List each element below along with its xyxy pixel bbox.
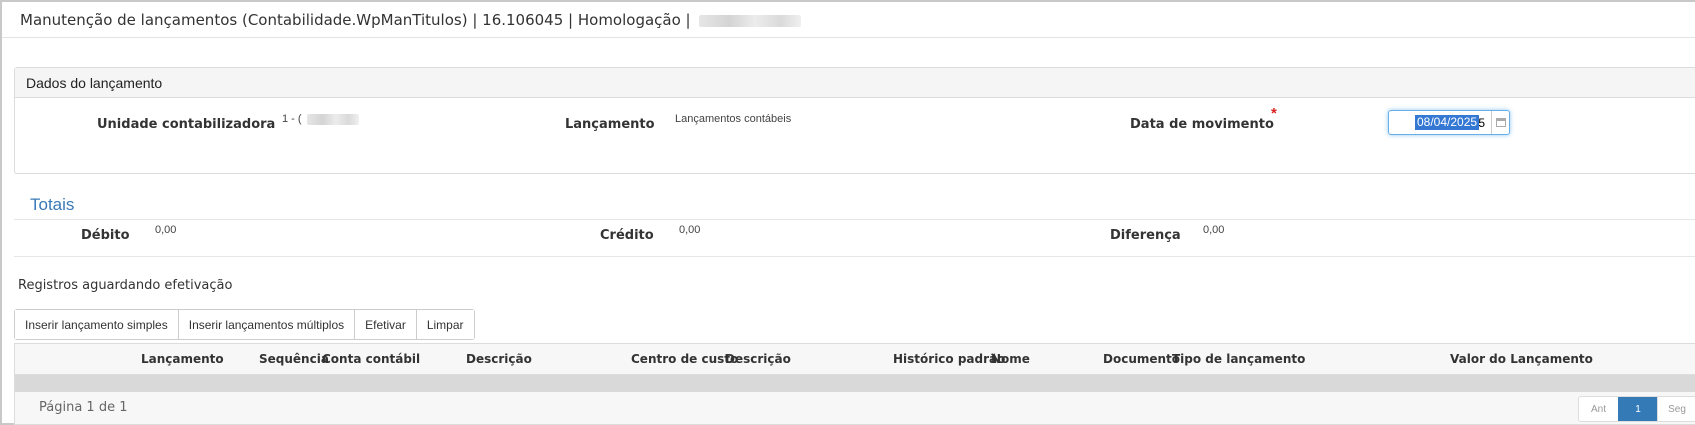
calendar-button[interactable] [1491,111,1509,134]
lancamento-value: Lançamentos contábeis [675,113,792,125]
pagination: Ant 1 Seg [1578,396,1695,422]
data-movimento-field[interactable]: 08/04/2025 [1388,110,1510,135]
column-header-tipo-lancamento[interactable]: Tipo de lançamento [1172,352,1305,366]
limpar-button[interactable]: Limpar [416,310,474,339]
data-movimento-selected-text: 08/04/2025 [1415,115,1480,130]
grid-header: Lançamento Sequência Conta contábil Desc… [15,344,1695,375]
required-marker: * [1271,105,1277,122]
column-header-documento[interactable]: Documento [1103,352,1180,366]
data-movimento-label: Data de movimento [1130,117,1274,132]
column-header-nome[interactable]: Nome [991,352,1030,366]
redacted-unidade [306,113,359,125]
column-header-descricao[interactable]: Descrição [466,352,532,366]
grid-footer: Página 1 de 1 Ant 1 Seg [15,392,1695,424]
page-info: Página 1 de 1 [39,400,128,415]
column-header-conta-contabil[interactable]: Conta contábil [322,352,420,366]
lancamentos-grid: Lançamento Sequência Conta contábil Desc… [14,343,1695,425]
pager-next-button[interactable]: Seg [1657,397,1695,421]
title-bar: Manutenção de lançamentos (Contabilidade… [2,2,1695,38]
pager-page-1-button[interactable]: 1 [1618,397,1657,421]
totais-title: Totais [30,195,75,214]
column-header-historico-padrao[interactable]: Histórico padrão [893,352,1005,366]
action-button-group: Inserir lançamento simples Inserir lança… [14,309,475,340]
pager-prev-button[interactable]: Ant [1579,397,1618,421]
calendar-icon [1495,118,1506,127]
page-title-text: Manutenção de lançamentos (Contabilidade… [20,11,691,29]
column-header-descricao-2[interactable]: Descrição [725,352,791,366]
column-header-lancamento[interactable]: Lançamento [141,352,224,366]
diferenca-label: Diferença [1110,228,1181,243]
unidade-label: Unidade contabilizadora [97,117,276,132]
unidade-value-text: 1 - ( [282,113,302,125]
panel-header: Dados do lançamento [15,68,1695,98]
efetivar-button[interactable]: Efetivar [355,310,417,339]
registros-title: Registros aguardando efetivação [18,278,233,293]
debito-value: 0,00 [155,224,177,236]
inserir-lancamentos-multiplos-button[interactable]: Inserir lançamentos múltiplos [178,310,356,339]
lancamento-label: Lançamento [565,117,655,132]
page-title: Manutenção de lançamentos (Contabilidade… [20,11,802,29]
inserir-lancamento-simples-button[interactable]: Inserir lançamento simples [15,310,179,339]
diferenca-value: 0,00 [1203,224,1225,236]
unidade-value: 1 - ( [282,113,359,125]
divider [14,256,1695,257]
divider [14,219,1695,220]
credito-label: Crédito [600,228,654,243]
column-header-centro-custo[interactable]: Centro de custo [631,352,738,366]
grid-empty-row [15,375,1695,392]
column-header-valor-lancamento[interactable]: Valor do Lançamento [1450,352,1593,366]
redacted-environment [699,14,802,27]
credito-value: 0,00 [679,224,701,236]
column-header-sequencia[interactable]: Sequência [259,352,329,366]
debito-label: Débito [81,228,130,243]
